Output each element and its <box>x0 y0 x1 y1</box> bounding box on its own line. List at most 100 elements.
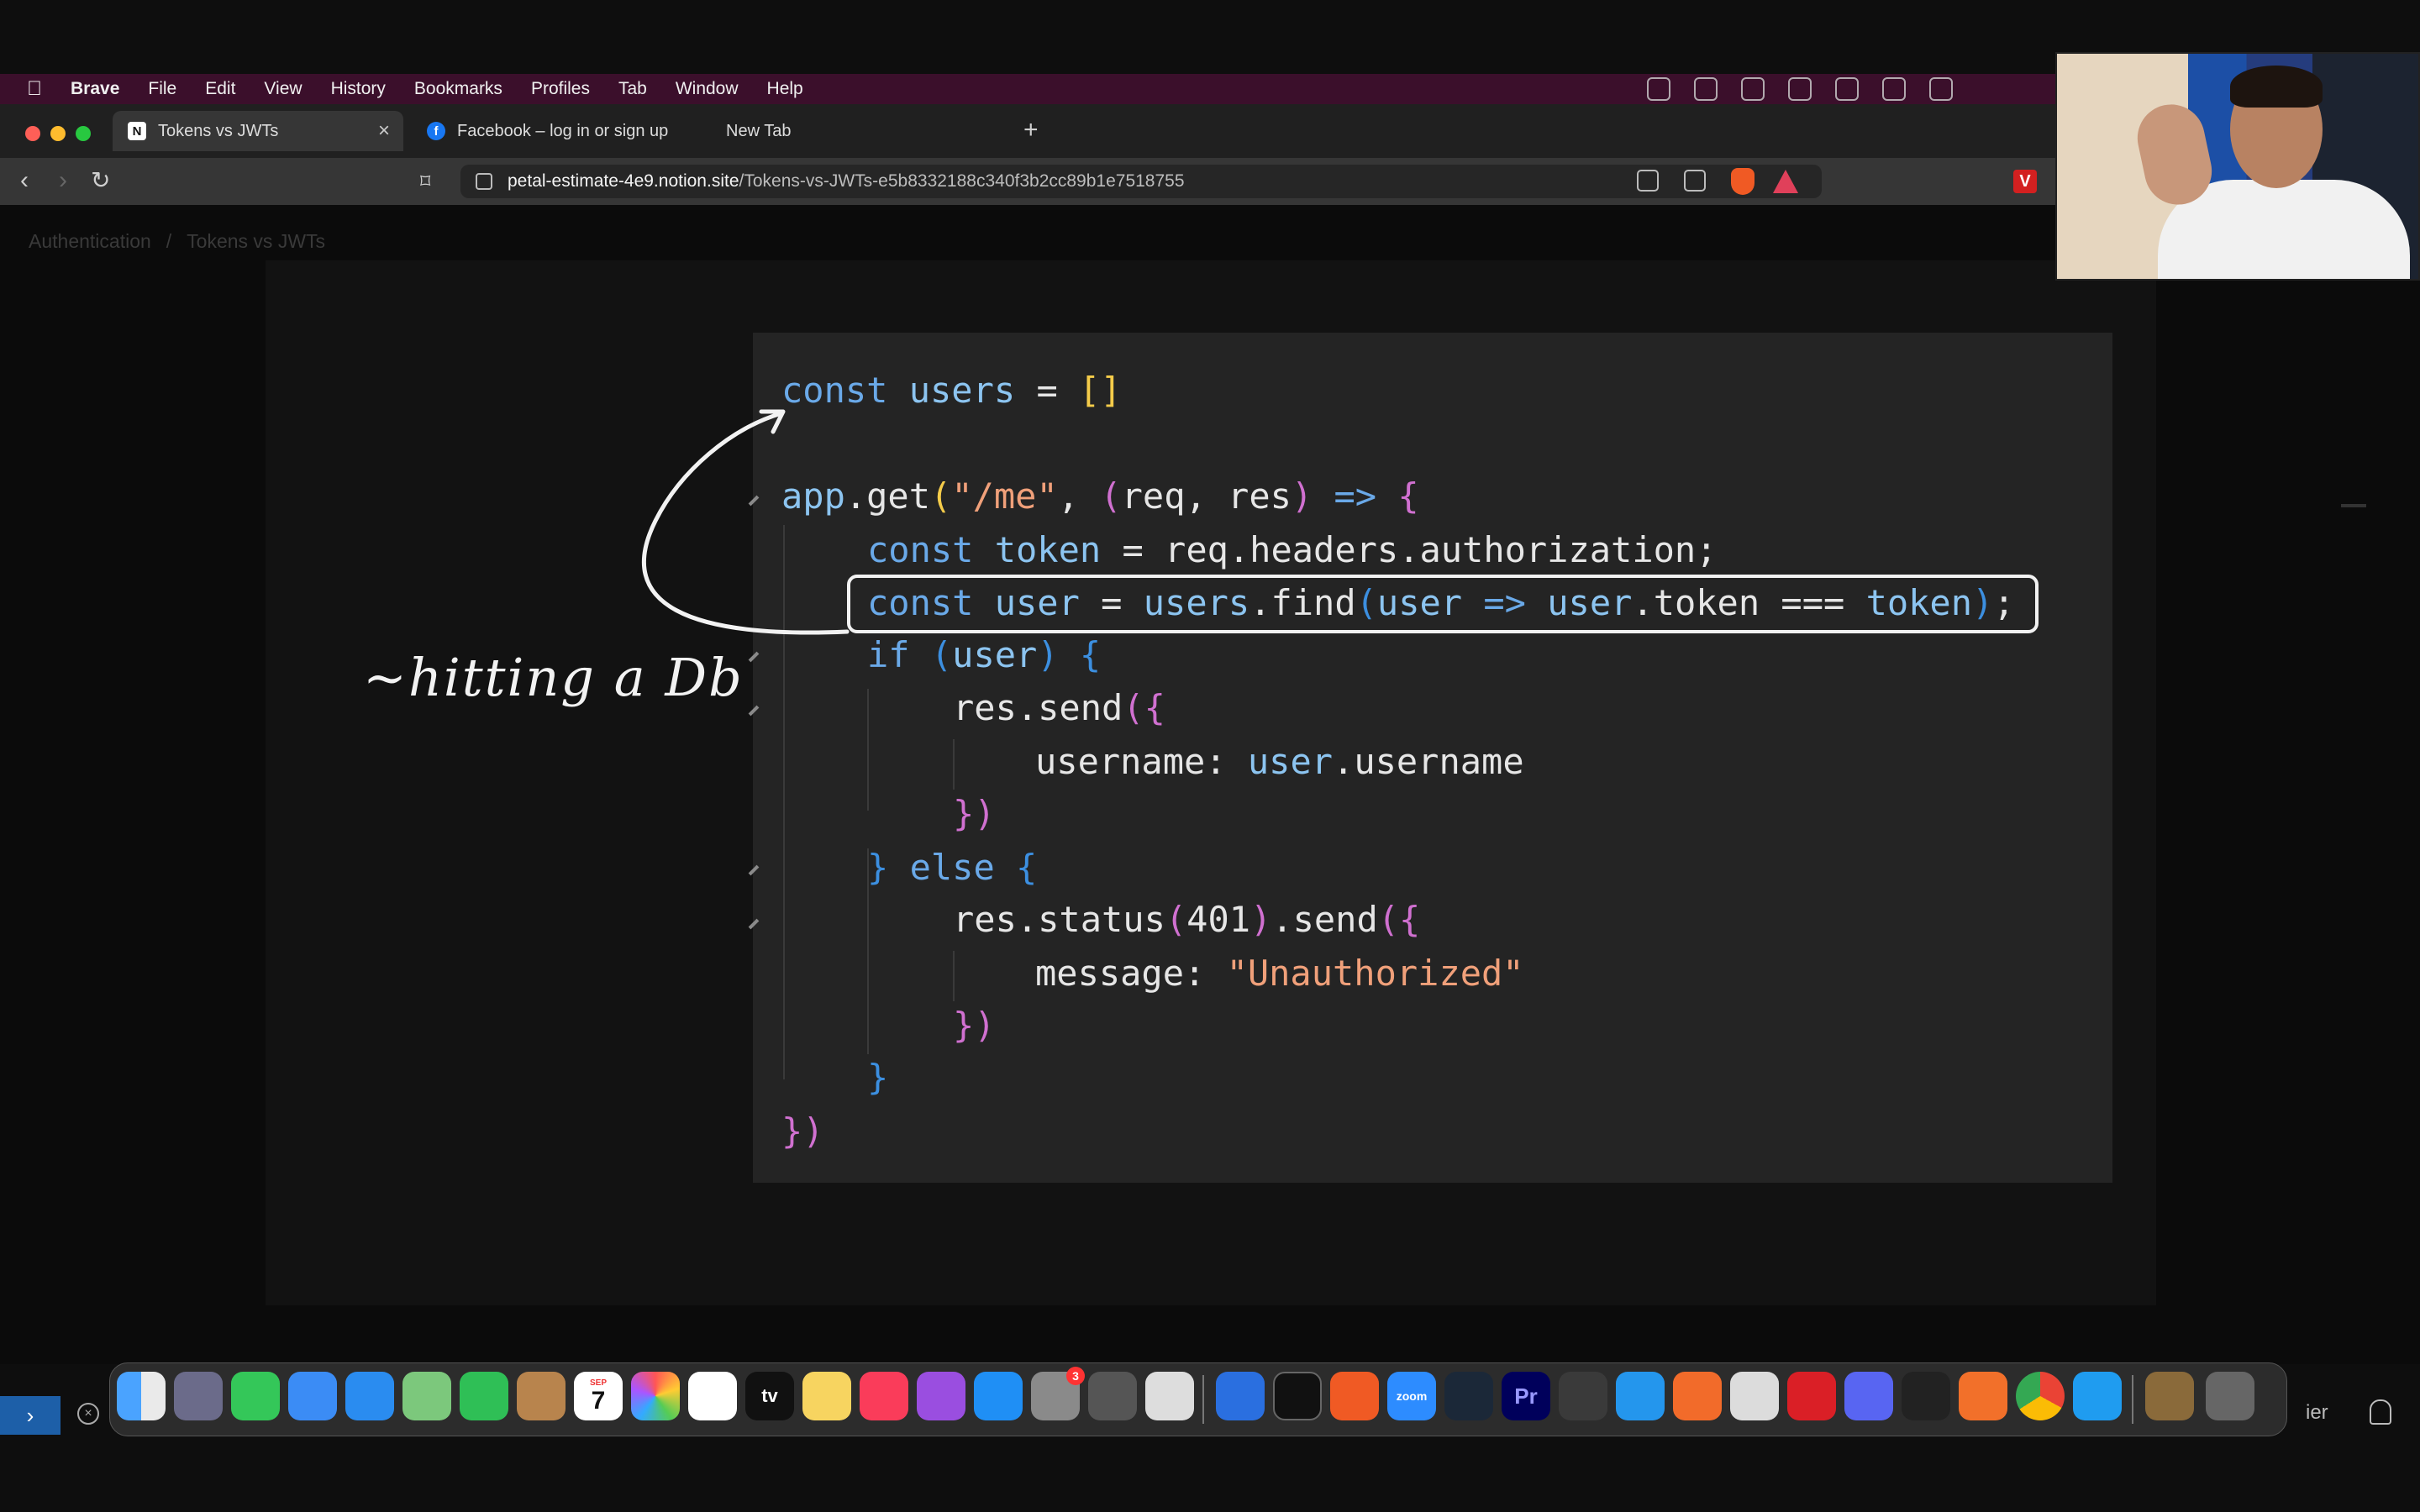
finder-icon[interactable] <box>117 1372 166 1420</box>
tab-new-tab[interactable]: New Tab <box>711 111 997 151</box>
code-line-13: } <box>867 1057 889 1098</box>
url-host: petal-estimate-4e9.notion.site <box>508 171 739 191</box>
dock-separator <box>2132 1375 2133 1424</box>
messages-icon[interactable] <box>231 1372 280 1420</box>
bookmark-icon[interactable]: ⌑ <box>420 170 430 194</box>
vivid-extension-icon[interactable]: V <box>2013 170 2037 193</box>
contacts-icon[interactable] <box>517 1372 566 1420</box>
quicktime-icon[interactable] <box>1559 1372 1607 1420</box>
minimize-window-button[interactable] <box>50 126 66 141</box>
menu-bookmarks[interactable]: Bookmarks <box>414 79 502 99</box>
address-input[interactable]: petal-estimate-4e9.notion.site/Tokens-vs… <box>460 165 1822 198</box>
tab-label: Facebook – log in or sign up <box>457 121 669 140</box>
podcasts-icon[interactable] <box>917 1372 965 1420</box>
bluetooth-icon[interactable] <box>1216 1372 1265 1420</box>
reload-icon[interactable]: ↻ <box>91 166 110 194</box>
status-icon-4[interactable] <box>1788 77 1812 101</box>
tab-label: New Tab <box>726 121 792 140</box>
premiere-pro-icon[interactable]: Pr <box>1502 1372 1550 1420</box>
remote-connection-icon[interactable]: › <box>0 1396 60 1435</box>
indent-guide <box>953 951 955 1001</box>
code-line-5: if (user) { <box>867 634 1102 675</box>
notification-bell-icon[interactable] <box>2370 1399 2391 1425</box>
downloads-stack-icon[interactable] <box>2145 1372 2194 1420</box>
trash-icon[interactable] <box>2206 1372 2254 1420</box>
tab-facebook[interactable]: f Facebook – log in or sign up <box>412 111 697 151</box>
system-settings-icon[interactable]: 3 <box>1031 1367 1085 1420</box>
calendar-icon[interactable]: SEP 7 <box>574 1372 623 1420</box>
new-tab-plus-icon[interactable]: + <box>1023 116 1039 144</box>
address-actions <box>1637 170 1706 192</box>
printer-icon[interactable] <box>1145 1372 1194 1420</box>
breadcrumb: Authentication / Tokens vs JWTs <box>29 230 325 253</box>
notes-icon[interactable] <box>802 1372 851 1420</box>
menu-help[interactable]: Help <box>767 79 803 99</box>
zoom-window-button[interactable] <box>76 126 91 141</box>
menu-window[interactable]: Window <box>676 79 739 99</box>
reminders-icon[interactable] <box>688 1372 737 1420</box>
code-line-14: }) <box>781 1110 824 1152</box>
code-line-11: message: "Unauthorized" <box>1035 953 1524 994</box>
share-icon[interactable] <box>1684 170 1706 192</box>
site-info-icon[interactable] <box>476 173 492 190</box>
menu-profiles[interactable]: Profiles <box>531 79 590 99</box>
outline-indicator[interactable] <box>2341 504 2366 507</box>
status-icon-6[interactable] <box>1882 77 1906 101</box>
apple-logo-icon[interactable]:  <box>24 78 45 100</box>
dark-mode-icon[interactable] <box>1929 77 1953 101</box>
close-window-button[interactable] <box>25 126 40 141</box>
zoom-icon[interactable]: zoom <box>1387 1372 1436 1420</box>
tab-tokens-vs-jwts[interactable]: N Tokens vs JWTs × <box>113 111 403 151</box>
pen-tool-icon[interactable] <box>1959 1372 2007 1420</box>
code-line-9: } else { <box>867 847 1038 888</box>
menu-app-name[interactable]: Brave <box>71 79 119 99</box>
piano-icon[interactable] <box>1902 1372 1950 1420</box>
screenshot-icon[interactable] <box>1730 1372 1779 1420</box>
activity-monitor-icon[interactable] <box>1088 1372 1137 1420</box>
breadcrumb-current[interactable]: Tokens vs JWTs <box>187 230 325 252</box>
launchpad-icon[interactable] <box>174 1372 223 1420</box>
menu-view[interactable]: View <box>264 79 302 99</box>
close-circle-icon[interactable]: × <box>77 1403 99 1425</box>
menu-edit[interactable]: Edit <box>205 79 235 99</box>
discord-icon[interactable] <box>1844 1372 1893 1420</box>
code-line-10: res.status(401).send({ <box>953 899 1421 940</box>
brave-icon[interactable] <box>1330 1372 1379 1420</box>
menu-tab[interactable]: Tab <box>618 79 647 99</box>
maps-icon[interactable] <box>402 1372 451 1420</box>
docker-icon[interactable] <box>1616 1372 1665 1420</box>
steam-icon[interactable] <box>1444 1372 1493 1420</box>
zoom-icon[interactable] <box>1637 170 1659 192</box>
back-arrow-icon[interactable]: ‹ <box>20 166 29 195</box>
menu-history[interactable]: History <box>331 79 386 99</box>
webcam-overlay <box>2055 52 2420 281</box>
vscode-icon[interactable] <box>2073 1372 2122 1420</box>
photos-icon[interactable] <box>631 1372 680 1420</box>
facetime-icon[interactable] <box>460 1372 508 1420</box>
music-icon[interactable] <box>860 1372 908 1420</box>
status-icon-3[interactable] <box>1741 77 1765 101</box>
status-icon-1[interactable] <box>1647 77 1670 101</box>
status-icon-2[interactable] <box>1694 77 1718 101</box>
chrome-icon[interactable] <box>2016 1372 2065 1420</box>
breadcrumb-parent[interactable]: Authentication <box>29 230 151 252</box>
indent-guide <box>867 689 869 811</box>
annotation-highlight-box <box>847 575 2039 633</box>
brave-shields-icon[interactable] <box>1731 168 1754 195</box>
status-text: ier <box>2306 1401 2328 1424</box>
close-tab-icon[interactable]: × <box>378 119 390 143</box>
mail-icon[interactable] <box>288 1372 337 1420</box>
forward-arrow-icon[interactable]: › <box>59 166 67 195</box>
creative-cloud-icon[interactable] <box>1787 1372 1836 1420</box>
postman-icon[interactable] <box>1673 1372 1722 1420</box>
apple-tv-icon[interactable]: tv <box>745 1372 794 1420</box>
dock: SEP 7 tv 3 zoom Pr <box>109 1362 2287 1436</box>
terminal-icon[interactable] <box>1273 1372 1322 1420</box>
annotation-arrow <box>641 409 850 635</box>
tab-label: Tokens vs JWTs <box>158 121 279 140</box>
app-store-icon[interactable] <box>974 1372 1023 1420</box>
status-icon-5[interactable] <box>1835 77 1859 101</box>
code-line-12: }) <box>953 1005 996 1046</box>
safari-icon[interactable] <box>345 1372 394 1420</box>
menu-file[interactable]: File <box>148 79 176 99</box>
